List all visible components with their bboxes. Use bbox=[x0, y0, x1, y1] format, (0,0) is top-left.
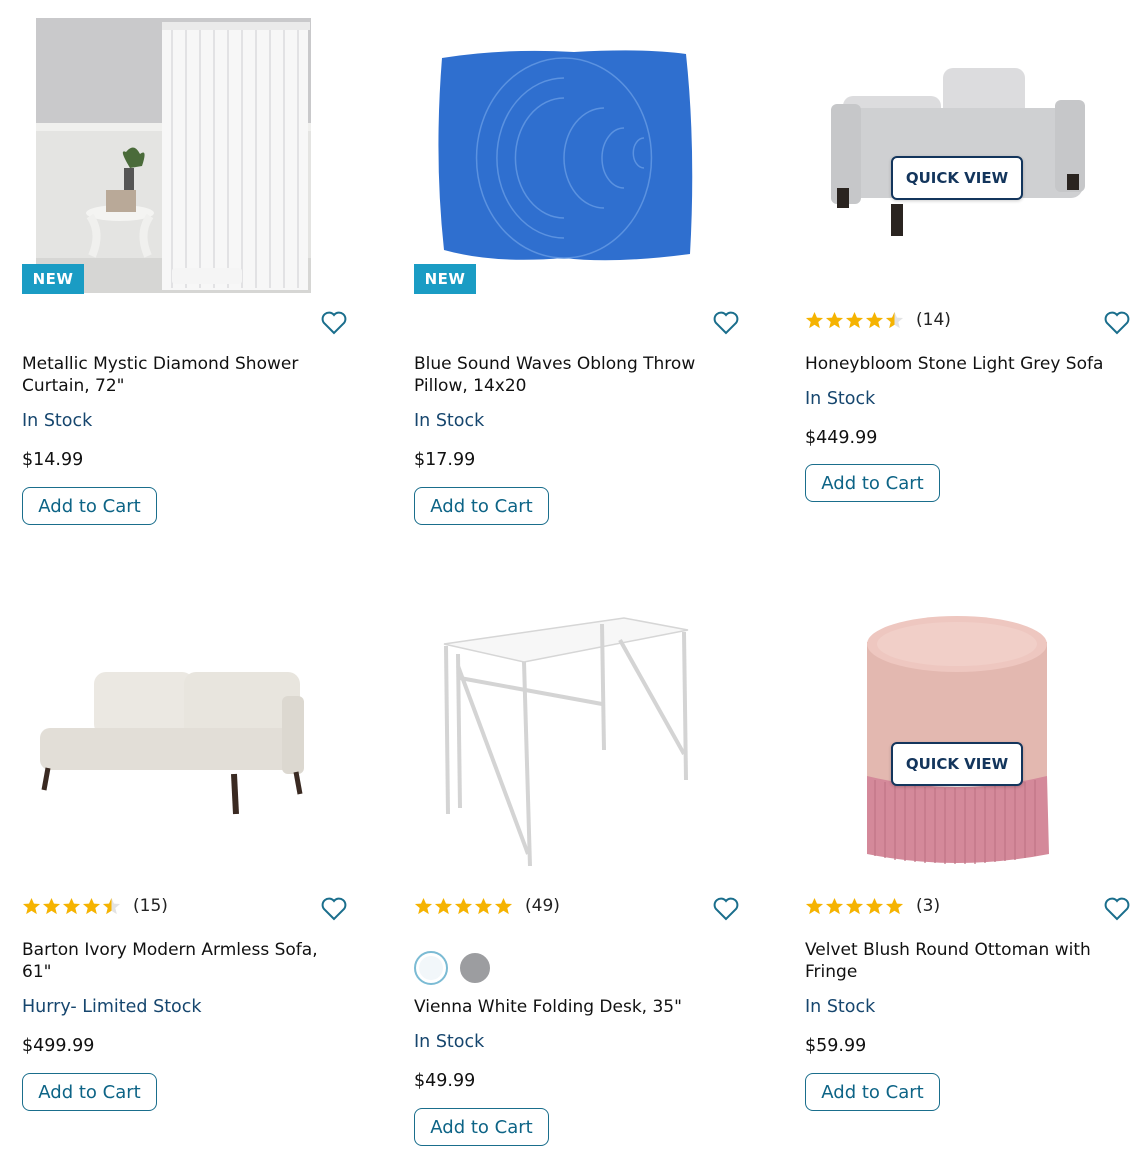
stock-status: In Stock bbox=[414, 1032, 485, 1052]
star-icon bbox=[62, 897, 81, 914]
product-title[interactable]: Velvet Blush Round Ottoman with Fringe bbox=[805, 939, 1115, 983]
product-image[interactable] bbox=[22, 604, 352, 884]
stock-status: In Stock bbox=[414, 411, 485, 431]
star-icon bbox=[825, 897, 844, 914]
product-card: (15) Barton Ivory Modern Armless Sofa, 6… bbox=[22, 604, 352, 1163]
star-icon bbox=[22, 897, 41, 914]
star-icon bbox=[474, 897, 493, 914]
quick-view-button[interactable]: QUICK VIEW bbox=[891, 156, 1023, 200]
product-card: QUICK VIEW (3) Velvet Blush Round Ottoma… bbox=[805, 604, 1135, 1163]
star-icon bbox=[825, 311, 844, 328]
swatch-grey[interactable] bbox=[458, 951, 492, 985]
quick-view-button[interactable]: QUICK VIEW bbox=[891, 742, 1023, 786]
product-image[interactable]: QUICK VIEW bbox=[805, 604, 1135, 884]
product-price: $449.99 bbox=[805, 428, 878, 448]
product-title[interactable]: Barton Ivory Modern Armless Sofa, 61" bbox=[22, 939, 332, 983]
star-icon bbox=[805, 897, 824, 914]
product-price: $49.99 bbox=[414, 1071, 476, 1091]
product-image[interactable]: QUICK VIEW bbox=[805, 18, 1135, 298]
half-star-icon bbox=[885, 311, 904, 328]
star-icon bbox=[454, 897, 473, 914]
product-title[interactable]: Blue Sound Waves Oblong Throw Pillow, 14… bbox=[414, 353, 724, 397]
star-icon bbox=[494, 897, 513, 914]
product-title[interactable]: Vienna White Folding Desk, 35" bbox=[414, 996, 724, 1018]
swatch-white[interactable] bbox=[414, 951, 448, 985]
rating-stars bbox=[805, 311, 904, 330]
add-to-cart-button[interactable]: Add to Cart bbox=[414, 1108, 549, 1146]
heart-icon[interactable] bbox=[712, 310, 740, 336]
rating-stars bbox=[805, 897, 904, 916]
star-rating: (49) bbox=[414, 896, 560, 916]
star-icon bbox=[434, 897, 453, 914]
product-image[interactable] bbox=[414, 604, 744, 884]
rating-stars bbox=[414, 897, 513, 916]
product-image[interactable]: NEW bbox=[414, 18, 744, 298]
add-to-cart-button[interactable]: Add to Cart bbox=[805, 1073, 940, 1111]
star-rating: (15) bbox=[22, 896, 168, 916]
heart-icon[interactable] bbox=[320, 896, 348, 922]
product-title[interactable]: Metallic Mystic Diamond Shower Curtain, … bbox=[22, 353, 332, 397]
rating-count: (15) bbox=[133, 896, 168, 916]
add-to-cart-button[interactable]: Add to Cart bbox=[22, 1073, 157, 1111]
star-icon bbox=[414, 897, 433, 914]
star-icon bbox=[885, 897, 904, 914]
product-card: NEW Metallic Mystic Diamond Shower Curta… bbox=[22, 18, 352, 578]
star-icon bbox=[865, 311, 884, 328]
stock-status: Hurry- Limited Stock bbox=[22, 997, 202, 1017]
heart-icon[interactable] bbox=[712, 896, 740, 922]
add-to-cart-button[interactable]: Add to Cart bbox=[414, 487, 549, 525]
star-rating: (3) bbox=[805, 896, 940, 916]
rating-count: (3) bbox=[916, 896, 941, 916]
rating-count: (49) bbox=[525, 896, 560, 916]
heart-icon[interactable] bbox=[1103, 310, 1131, 336]
star-icon bbox=[805, 311, 824, 328]
star-icon bbox=[845, 897, 864, 914]
half-star-icon bbox=[102, 897, 121, 914]
rating-count: (14) bbox=[916, 310, 951, 330]
product-price: $17.99 bbox=[414, 450, 476, 470]
product-image[interactable]: NEW bbox=[22, 18, 352, 298]
product-card: NEW Blue Sound Waves Oblong Throw Pillow… bbox=[414, 18, 744, 578]
product-price: $59.99 bbox=[805, 1036, 867, 1056]
new-badge: NEW bbox=[414, 264, 476, 294]
star-rating: (14) bbox=[805, 310, 951, 330]
new-badge: NEW bbox=[22, 264, 84, 294]
stock-status: In Stock bbox=[805, 997, 876, 1017]
star-icon bbox=[82, 897, 101, 914]
add-to-cart-button[interactable]: Add to Cart bbox=[22, 487, 157, 525]
add-to-cart-button[interactable]: Add to Cart bbox=[805, 464, 940, 502]
star-icon bbox=[42, 897, 61, 914]
star-icon bbox=[865, 897, 884, 914]
heart-icon[interactable] bbox=[1103, 896, 1131, 922]
stock-status: In Stock bbox=[22, 411, 93, 431]
product-card: (49) Vienna White Folding Desk, 35" In S… bbox=[414, 604, 744, 1163]
stock-status: In Stock bbox=[805, 389, 876, 409]
star-icon bbox=[845, 311, 864, 328]
heart-icon[interactable] bbox=[320, 310, 348, 336]
product-card: QUICK VIEW (14) Honeybloom Stone Light G… bbox=[805, 18, 1135, 578]
product-title[interactable]: Honeybloom Stone Light Grey Sofa bbox=[805, 353, 1115, 375]
color-swatches bbox=[414, 951, 492, 985]
rating-stars bbox=[22, 897, 121, 916]
product-price: $499.99 bbox=[22, 1036, 95, 1056]
product-price: $14.99 bbox=[22, 450, 84, 470]
